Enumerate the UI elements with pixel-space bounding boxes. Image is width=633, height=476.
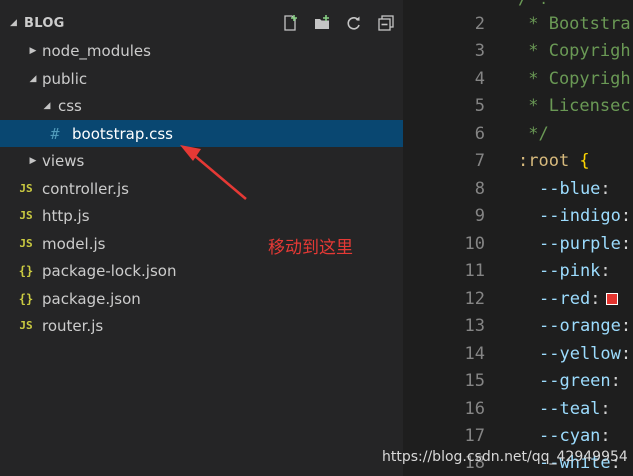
annotation-text: 移动到这里 <box>268 238 353 258</box>
watermark: https://blog.csdn.net/qq_42949954 <box>382 449 628 465</box>
